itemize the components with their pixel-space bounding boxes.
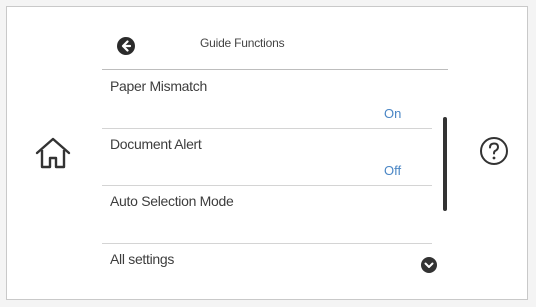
header-divider [102, 69, 448, 70]
document-alert-value: Off [384, 163, 402, 178]
list-divider [102, 185, 432, 186]
all-settings-item[interactable]: All settings [110, 251, 174, 267]
help-icon [480, 137, 508, 165]
page-title: Guide Functions [200, 36, 285, 50]
home-icon [35, 137, 71, 169]
list-divider [102, 128, 432, 129]
help-button[interactable] [479, 136, 509, 166]
scrollbar-thumb[interactable] [443, 117, 447, 211]
scroll-down-button[interactable] [421, 257, 437, 273]
home-button[interactable] [33, 133, 73, 173]
screen-panel [6, 6, 528, 300]
document-alert-item[interactable]: Document Alert [110, 136, 202, 152]
chevron-down-icon [424, 262, 434, 268]
back-button[interactable] [117, 37, 135, 55]
list-divider [102, 243, 432, 244]
paper-mismatch-value: On [384, 106, 402, 121]
auto-selection-mode-item[interactable]: Auto Selection Mode [110, 193, 234, 209]
back-arrow-icon [121, 40, 132, 52]
paper-mismatch-item[interactable]: Paper Mismatch [110, 78, 207, 94]
